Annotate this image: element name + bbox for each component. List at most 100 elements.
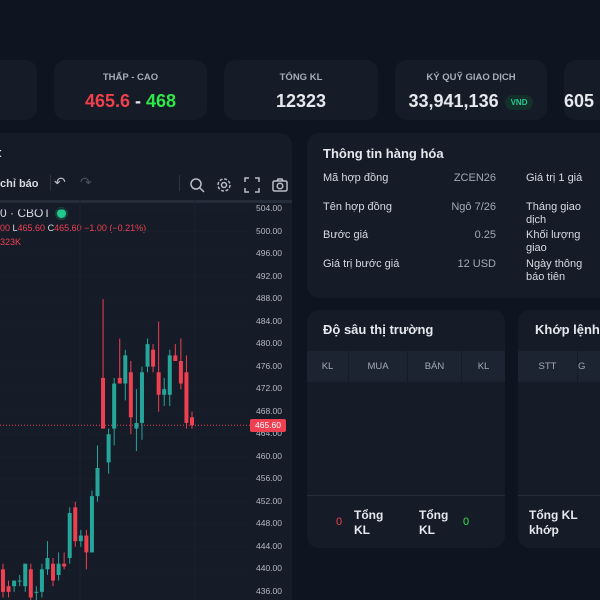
candle-body	[95, 467, 100, 497]
buy-total-label: Tổng KL	[354, 508, 384, 537]
last-price-tag: 465.60	[250, 419, 286, 433]
info-label-right: Tháng giao dịch	[526, 200, 582, 226]
candle-body	[78, 535, 83, 542]
price-axis-label: 448.00	[256, 518, 282, 529]
price-axis-label: 488.00	[256, 293, 282, 304]
col-header: G	[578, 351, 600, 382]
price-axis-label: 436.00	[256, 585, 282, 596]
matched-orders-panel: Khớp lệnh STT G Tổng KL khớp	[518, 310, 600, 548]
stat-value: 12323	[275, 91, 327, 111]
info-label: Tên hợp đồng	[323, 200, 392, 213]
candle-body	[106, 434, 111, 463]
stat-card-4: 605	[564, 60, 600, 120]
high-value: 468	[146, 91, 177, 111]
redo-icon[interactable]: ↷	[80, 174, 92, 191]
candle-body	[23, 563, 28, 587]
candle-body	[112, 383, 117, 429]
price-axis-label: 440.00	[256, 563, 282, 574]
col-header: KL	[307, 351, 349, 382]
stat-value: 605	[564, 91, 595, 111]
market-depth-panel: Độ sâu thị trường KL MUA BÁN KL 0 Tổng KL…	[307, 310, 505, 548]
match-title: Khớp lệnh	[535, 322, 600, 337]
candle-body	[134, 422, 139, 429]
sell-total-value: 0	[463, 516, 470, 528]
candle-body	[167, 355, 172, 395]
candle-body	[173, 355, 178, 362]
info-label: Bước giá	[323, 229, 369, 241]
divider	[518, 495, 600, 496]
stat-margin: KÝ QUỸ GIAO DỊCH 33,941,136 VND	[395, 60, 547, 120]
info-label-right: Khối lượng giao	[526, 229, 581, 254]
info-value: Ngô 7/26	[451, 200, 496, 213]
price-axis-label: 476.00	[256, 360, 282, 371]
candlestick-chart[interactable]	[0, 200, 250, 600]
info-label: Mã hợp đồng	[323, 172, 389, 184]
price-axis-label: 468.00	[256, 405, 282, 416]
info-value: ZCEN26	[453, 172, 496, 184]
depth-title: Độ sâu thị trường	[323, 322, 434, 337]
price-axis-label: 456.00	[256, 473, 282, 484]
candle-body	[34, 591, 39, 593]
candle-body	[190, 417, 194, 426]
indicators-button[interactable]: chỉ báo	[0, 178, 39, 190]
low-value: 465.6	[84, 91, 130, 111]
price-axis-label: 444.00	[256, 540, 282, 551]
col-header: MUA	[349, 351, 408, 382]
candle-body	[45, 558, 50, 570]
price-axis-label: 496.00	[256, 248, 282, 259]
stat-card-0	[0, 60, 37, 120]
candle-body	[56, 563, 61, 575]
candle-body	[6, 586, 11, 592]
candle-body	[1, 569, 5, 592]
candle-body	[162, 389, 167, 395]
stat-value: 33,941,136	[408, 91, 499, 111]
sell-total-label: Tổng KL	[419, 508, 449, 537]
col-header: KL	[462, 351, 505, 382]
candle-body	[139, 372, 144, 423]
price-axis-label: 472.00	[256, 383, 282, 394]
currency-badge: VND	[504, 94, 534, 110]
price-axis-label: 480.00	[256, 338, 282, 349]
stat-low-high: THẤP - CAO 465.6 - 468	[54, 60, 207, 120]
zoom-search-icon[interactable]	[188, 176, 206, 194]
candle-body	[178, 361, 183, 384]
price-axis-label: 492.00	[256, 270, 282, 281]
candle-body	[89, 496, 94, 553]
candle-body	[123, 355, 128, 384]
candle-body	[117, 377, 122, 384]
undo-icon[interactable]: ↶	[54, 174, 66, 191]
info-value: 0.25	[474, 229, 496, 241]
price-axis-label: 452.00	[256, 495, 282, 506]
candle-body	[39, 569, 44, 592]
divider	[307, 495, 505, 496]
gear-icon[interactable]	[215, 176, 233, 194]
camera-icon[interactable]	[271, 176, 289, 194]
candle-body	[151, 349, 156, 367]
divider	[179, 175, 180, 191]
col-header: BÁN	[408, 351, 462, 382]
candle-body	[101, 377, 106, 429]
candle-body	[51, 563, 56, 581]
price-axis-label: 504.00	[256, 203, 282, 213]
price-axis-label: 500.00	[256, 225, 282, 236]
total-matched-label: Tổng KL khớp	[529, 508, 578, 537]
info-title: Thông tin hàng hóa	[323, 146, 444, 161]
stat-label: KÝ QUỸ GIAO DỊCH	[426, 72, 516, 83]
candle-body	[145, 344, 150, 367]
candle-body	[73, 507, 78, 542]
separator: -	[130, 91, 146, 111]
price-axis-label: 484.00	[256, 315, 282, 326]
col-header: STT	[518, 351, 578, 382]
candle-body	[128, 372, 133, 418]
candle-body	[62, 563, 67, 567]
fullscreen-icon[interactable]	[243, 176, 261, 194]
stat-label: THẤP - CAO	[102, 72, 159, 83]
stat-total-volume: TỔNG KL 12323	[224, 60, 378, 120]
candle-body	[156, 372, 161, 395]
stat-label: TỔNG KL	[279, 72, 323, 83]
divider	[50, 175, 51, 191]
chart-title: t	[0, 145, 1, 160]
info-label-right: Ngày thông báo tiên	[526, 257, 583, 283]
info-value: 12 USD	[457, 257, 496, 270]
candle-body	[67, 513, 72, 559]
